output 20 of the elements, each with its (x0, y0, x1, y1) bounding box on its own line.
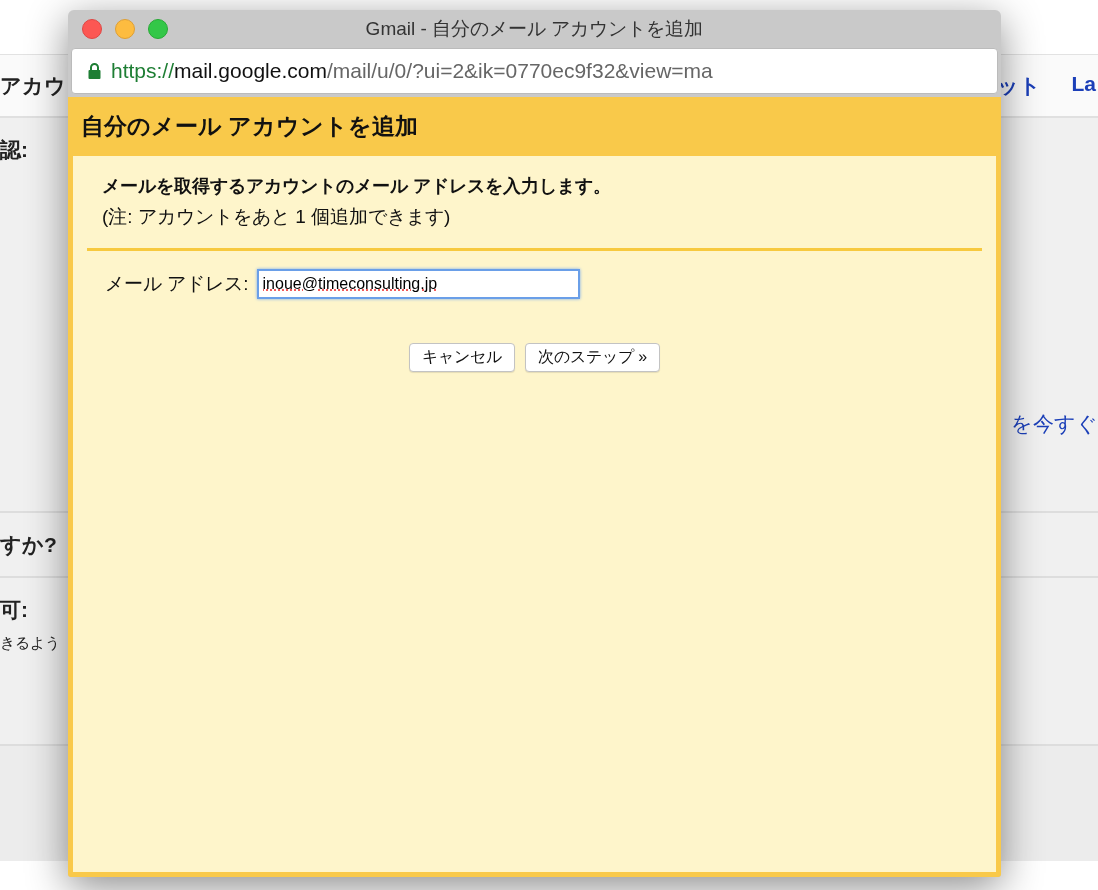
dialog-button[interactable]: 次のステップ » (524, 343, 661, 372)
close-button[interactable] (82, 19, 102, 39)
email-label: メール アドレス: (105, 272, 249, 296)
note-text: (注: アカウントをあと 1 個追加できます) (102, 205, 452, 229)
setting-label: 可: (0, 597, 29, 623)
nav-link[interactable]: La (1071, 71, 1096, 100)
window-title: Gmail - 自分のメール アカウントを追加 (365, 17, 704, 41)
setting-link[interactable]: を今すぐ (1011, 410, 1098, 438)
zoom-button[interactable] (148, 19, 168, 39)
dialog-title: 自分のメール アカウントを追加 (81, 112, 419, 141)
address-bar[interactable]: https://mail.google.com/mail/u/0/?ui=2&ik=0770ec9f32&view=ma (71, 48, 998, 94)
minimize-button[interactable] (115, 19, 135, 39)
setting-description: きるよう (0, 634, 61, 653)
nav-link[interactable]: ット (997, 71, 1042, 100)
email-field[interactable]: inoue@timeconsulting.jp (256, 269, 580, 299)
setting-label: 認: (0, 137, 29, 163)
instruction-text: メールを取得するアカウントのメール アドレスを入力します。 (102, 175, 612, 198)
setting-label: すか? (0, 532, 58, 558)
page-heading: アカウ (0, 72, 66, 99)
dialog-button[interactable]: キャンセル (408, 343, 515, 372)
